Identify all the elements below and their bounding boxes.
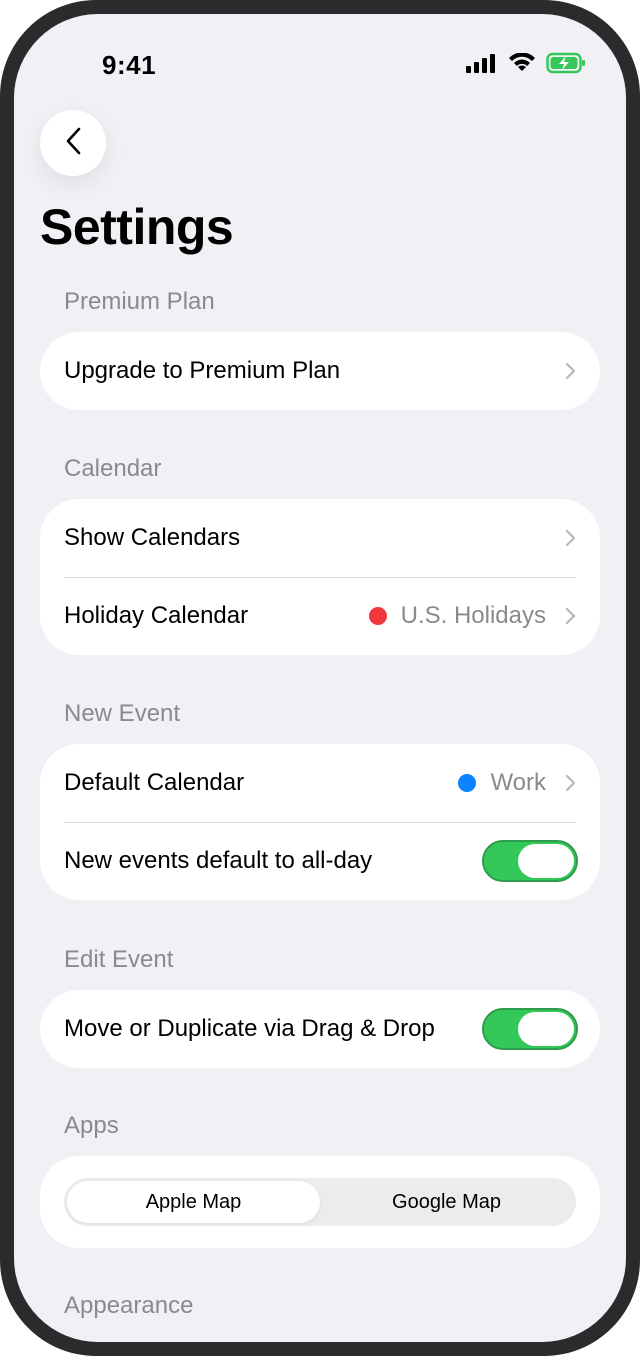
chevron-left-icon xyxy=(64,126,82,161)
section-header-appearance: Appearance xyxy=(64,1292,194,1319)
all-day-default-row: New events default to all-day xyxy=(40,822,600,900)
default-calendar-value-text: Work xyxy=(490,769,546,796)
default-calendar-value: Work xyxy=(458,769,546,797)
holiday-calendar-label: Holiday Calendar xyxy=(64,602,249,629)
upgrade-premium-label: Upgrade to Premium Plan xyxy=(64,357,341,384)
chevron-right-icon xyxy=(564,773,576,793)
calendar-card: Show Calendars Holiday Calendar U.S. Hol… xyxy=(40,499,600,655)
section-header-premium: Premium Plan xyxy=(64,288,215,315)
status-time: 9:41 xyxy=(102,50,157,80)
holiday-calendar-row[interactable]: Holiday Calendar U.S. Holidays xyxy=(40,577,600,655)
screen: 9:41 Settings Premium Plan Upgrade to Pr… xyxy=(14,14,626,1342)
show-calendars-label: Show Calendars xyxy=(64,524,241,551)
section-header-edit-event: Edit Event xyxy=(64,946,174,973)
all-day-default-label: New events default to all-day xyxy=(64,847,373,874)
section-header-apps: Apps xyxy=(64,1112,119,1139)
battery-charging-icon xyxy=(546,52,586,79)
premium-card: Upgrade to Premium Plan xyxy=(40,332,600,410)
segment-apple-map[interactable]: Apple Map xyxy=(67,1181,320,1223)
status-bar: 9:41 xyxy=(14,14,626,114)
phone-frame: 9:41 Settings Premium Plan Upgrade to Pr… xyxy=(0,0,640,1356)
drag-drop-toggle[interactable] xyxy=(482,1008,578,1050)
default-calendar-label: Default Calendar xyxy=(64,769,245,796)
toggle-knob xyxy=(518,844,574,878)
show-calendars-row[interactable]: Show Calendars xyxy=(40,499,600,577)
drag-drop-row: Move or Duplicate via Drag & Drop xyxy=(40,990,600,1068)
segment-google-map[interactable]: Google Map xyxy=(320,1181,573,1223)
status-icons xyxy=(466,52,586,79)
chevron-right-icon xyxy=(564,528,576,548)
edit-event-card: Move or Duplicate via Drag & Drop xyxy=(40,990,600,1068)
holiday-color-dot xyxy=(368,607,387,625)
holiday-calendar-value: U.S. Holidays xyxy=(368,602,546,630)
section-header-calendar: Calendar xyxy=(64,455,162,482)
section-header-new-event: New Event xyxy=(64,700,181,727)
upgrade-premium-row[interactable]: Upgrade to Premium Plan xyxy=(40,332,600,410)
map-app-segmented-control: Apple Map Google Map xyxy=(64,1178,576,1226)
back-button[interactable] xyxy=(40,110,106,176)
page-title: Settings xyxy=(40,199,234,255)
holiday-calendar-value-text: U.S. Holidays xyxy=(400,602,546,629)
chevron-right-icon xyxy=(564,361,576,381)
all-day-default-toggle[interactable] xyxy=(482,840,578,882)
apps-card: Apple Map Google Map xyxy=(40,1156,600,1248)
toggle-knob xyxy=(518,1012,574,1046)
work-color-dot xyxy=(458,774,477,792)
default-calendar-row[interactable]: Default Calendar Work xyxy=(40,744,600,822)
cellular-icon xyxy=(466,53,498,78)
drag-drop-label: Move or Duplicate via Drag & Drop xyxy=(64,1015,435,1042)
chevron-right-icon xyxy=(564,606,576,626)
wifi-icon xyxy=(508,52,536,78)
new-event-card: Default Calendar Work New events default… xyxy=(40,744,600,900)
